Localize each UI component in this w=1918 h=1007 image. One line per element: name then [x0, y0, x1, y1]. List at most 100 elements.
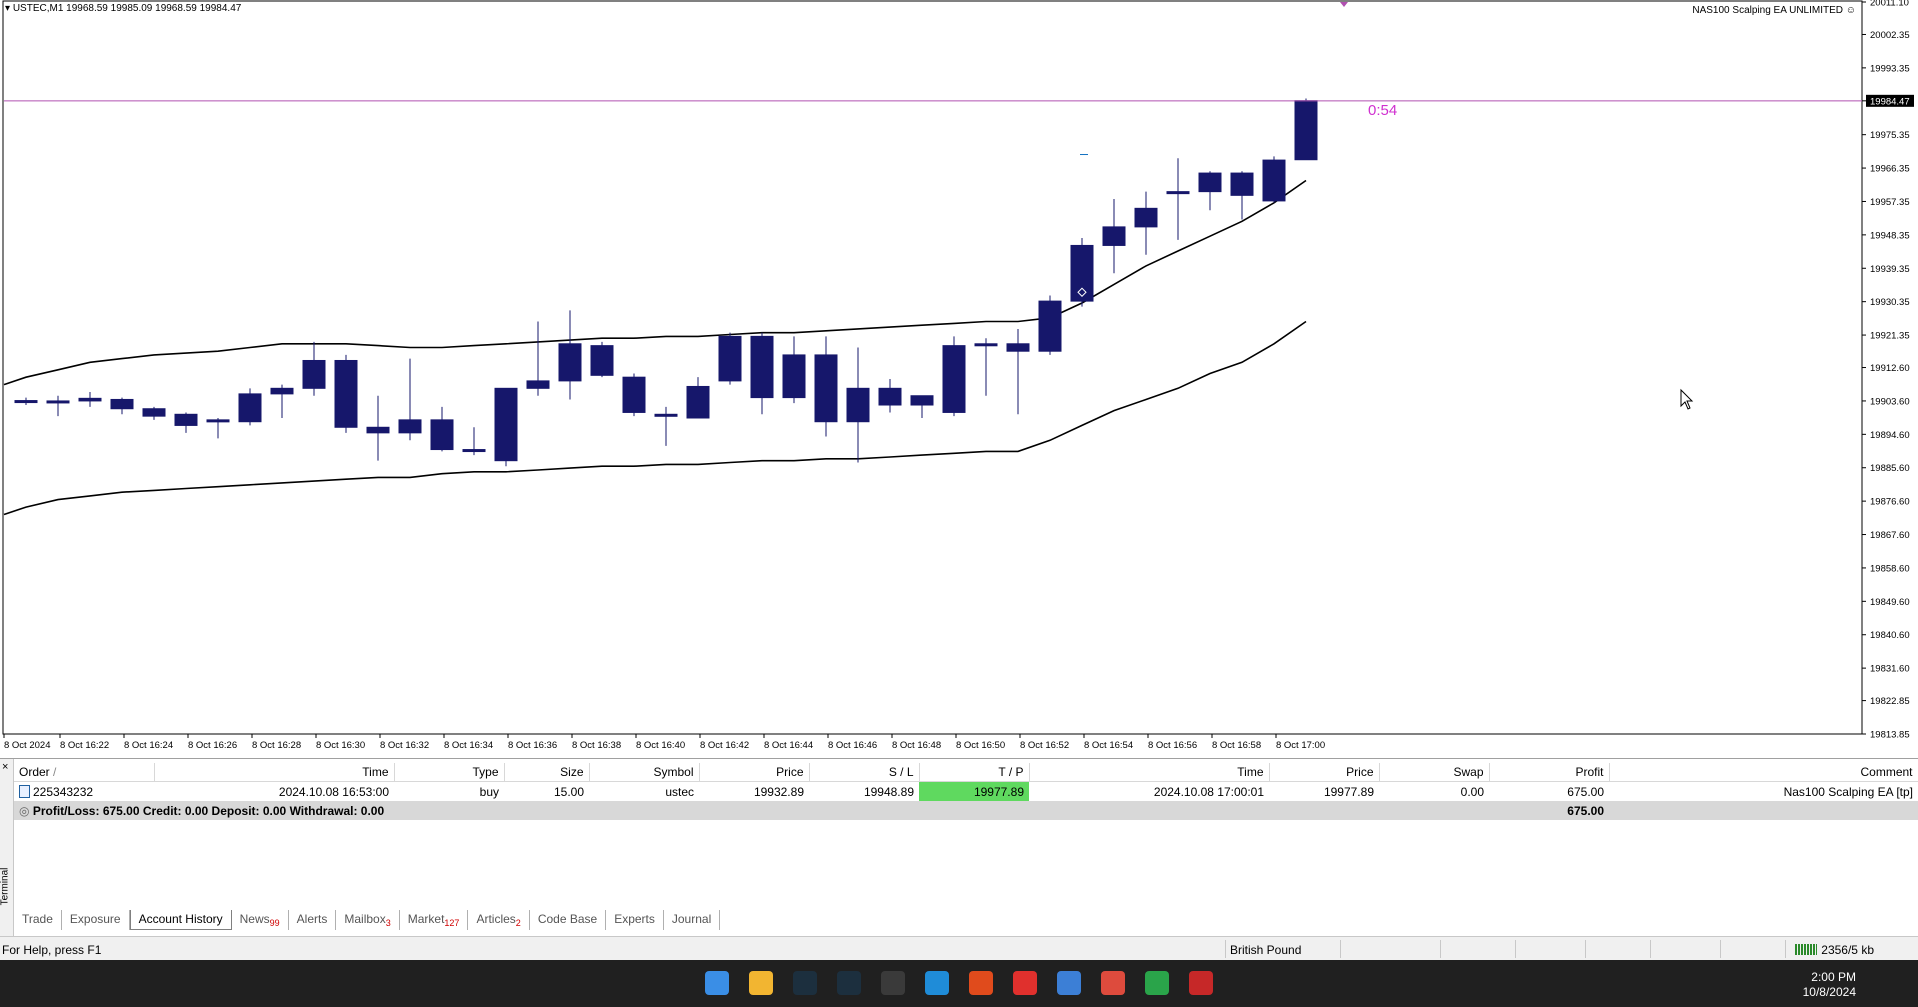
summary-text: ◎ Profit/Loss: 675.00 Credit: 0.00 Depos… [14, 801, 1489, 820]
tab-experts[interactable]: Experts [606, 910, 664, 930]
tab-alerts[interactable]: Alerts [289, 910, 337, 930]
mouse-cursor-icon [1680, 388, 1694, 410]
col-header-order[interactable]: Order / [14, 763, 155, 782]
chart-info: ▾ USTEC,M1 19968.59 19985.09 19968.59 19… [5, 3, 241, 14]
expert-advisor-label[interactable]: NAS100 Scalping EA UNLIMITED ☺ [1692, 5, 1856, 16]
table-row[interactable]: 225343232 2024.10.08 16:53:00 buy 15.00 … [14, 781, 1918, 801]
col-header-swap[interactable]: Swap [1379, 763, 1490, 782]
candle-body [78, 397, 102, 402]
price-tick-label: 19840.60 [1870, 630, 1910, 641]
candle-body [46, 400, 70, 404]
collapse-triangle-icon[interactable]: ▾ [5, 3, 13, 14]
candle-body [878, 387, 902, 406]
metatrader-icon-1[interactable] [793, 971, 817, 995]
open-time-cell: 2024.10.08 16:53:00 [278, 784, 389, 799]
time-tick-label: 8 Oct 16:22 [60, 740, 109, 751]
tab-market[interactable]: Market127 [400, 910, 469, 930]
col-header-open-time[interactable]: Time [154, 763, 395, 782]
status-separator [1650, 940, 1651, 958]
candle-body [1262, 159, 1286, 202]
tab-account-history[interactable]: Account History [129, 910, 232, 930]
open-price-cell: 19932.89 [753, 784, 804, 799]
time-tick-label: 8 Oct 16:34 [444, 740, 493, 751]
chart-area[interactable]: 20011.10 20002.35 19993.35 19984.47 19975.35… [0, 0, 1918, 758]
chrome-icon[interactable] [1101, 971, 1125, 995]
upper-band-line [3, 179, 1307, 386]
system-clock[interactable]: 2:00 PM 10/8/2024 [1803, 970, 1856, 1000]
tradingview-icon[interactable] [1145, 971, 1169, 995]
time-tick-label: 8 Oct 17:00 [1276, 740, 1325, 751]
tab-code-base[interactable]: Code Base [530, 910, 607, 930]
time-tick-label: 8 Oct 2024 [4, 740, 50, 751]
tab-mailbox[interactable]: Mailbox3 [336, 910, 400, 930]
status-separator [1225, 940, 1226, 958]
price-tick-label: 19984.47 [1870, 96, 1910, 107]
candlestick-chart[interactable]: 20011.10 20002.35 19993.35 19984.47 19975.35… [0, 0, 1918, 758]
app-red-icon[interactable] [1013, 971, 1037, 995]
close-icon[interactable]: × [2, 761, 8, 773]
col-header-size[interactable]: Size [504, 763, 590, 782]
app-icon[interactable] [881, 971, 905, 995]
col-header-type[interactable]: Type [394, 763, 505, 782]
recorder-icon[interactable] [1189, 971, 1213, 995]
time-tick-label: 8 Oct 16:36 [508, 740, 557, 751]
tab-trade[interactable]: Trade [14, 910, 62, 930]
terminal-panel: × Terminal Order / Time Type Size Symbol… [0, 758, 1918, 937]
price-tick-label: 19885.60 [1870, 463, 1910, 474]
lower-band-line [3, 320, 1307, 516]
candle-body [750, 335, 774, 399]
candle-body [142, 408, 166, 417]
col-header-symbol[interactable]: Symbol [589, 763, 700, 782]
bar-countdown: 0:54 [1368, 102, 1397, 119]
summary-empty [1609, 801, 1918, 820]
candle-body [622, 376, 646, 413]
market-badge: 127 [444, 918, 460, 928]
ea-name: NAS100 Scalping EA UNLIMITED [1692, 5, 1843, 16]
edge-icon[interactable] [925, 971, 949, 995]
candle-body [462, 449, 486, 453]
col-header-sl[interactable]: S / L [809, 763, 920, 782]
price-tick-label: 19957.35 [1870, 197, 1910, 208]
col-header-profit[interactable]: Profit [1489, 763, 1610, 782]
close-time-cell: 2024.10.08 17:00:01 [1153, 784, 1264, 799]
price-tick-label: 19822.85 [1870, 696, 1910, 707]
windows-taskbar: 2:00 PM 10/8/2024 [0, 960, 1918, 1007]
file-explorer-icon[interactable] [749, 971, 773, 995]
time-tick-label: 8 Oct 16:48 [892, 740, 941, 751]
swap-cell: 0.00 [1460, 784, 1484, 799]
connection-bars-icon [1795, 944, 1818, 955]
time-tick-label: 8 Oct 16:44 [764, 740, 813, 751]
tab-journal[interactable]: Journal [664, 910, 721, 930]
col-header-open-price[interactable]: Price [699, 763, 810, 782]
status-separator [1785, 940, 1786, 958]
account-history-table: Order / Time Type Size Symbol Price S / … [14, 763, 1918, 820]
time-tick-label: 8 Oct 16:24 [124, 740, 173, 751]
tab-articles[interactable]: Articles2 [468, 910, 530, 930]
candle-body [206, 419, 230, 423]
time-tick-label: 8 Oct 16:50 [956, 740, 1005, 751]
news-badge: 99 [269, 918, 280, 928]
app-blue-icon[interactable] [1057, 971, 1081, 995]
articles-badge: 2 [515, 918, 521, 928]
candle-body [686, 385, 710, 419]
price-tick-label: 19876.60 [1870, 497, 1910, 508]
close-price-cell: 19977.89 [1323, 784, 1374, 799]
tab-news[interactable]: News99 [232, 910, 289, 930]
col-header-close-price[interactable]: Price [1269, 763, 1380, 782]
table-header-row: Order / Time Type Size Symbol Price S / … [14, 763, 1918, 782]
time-tick-label: 8 Oct 16:56 [1148, 740, 1197, 751]
windows-start-icon[interactable] [705, 971, 729, 995]
col-header-comment[interactable]: Comment [1609, 763, 1918, 782]
symbol-cell: ustec [665, 784, 694, 799]
status-separator [1720, 940, 1721, 958]
candle-body [1134, 207, 1158, 228]
price-tick-label: 19930.35 [1870, 297, 1910, 308]
col-header-close-time[interactable]: Time [1029, 763, 1270, 782]
ninjatrader-icon[interactable] [969, 971, 993, 995]
col-header-tp[interactable]: T / P [919, 763, 1030, 782]
candle-body [334, 359, 358, 428]
tab-exposure[interactable]: Exposure [62, 910, 130, 930]
chart-frame [2, 0, 1863, 735]
price-tick-label: 19939.35 [1870, 264, 1910, 275]
metatrader-icon-2[interactable] [837, 971, 861, 995]
